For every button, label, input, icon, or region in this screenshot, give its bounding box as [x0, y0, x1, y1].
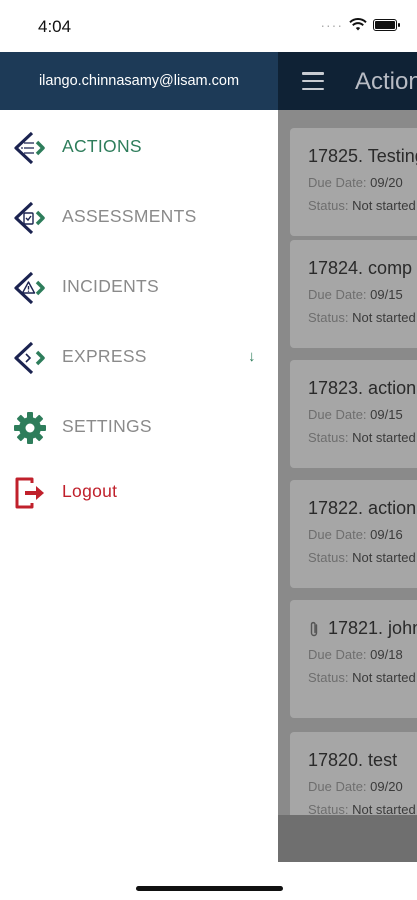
- cellular-dots-icon: ····: [320, 16, 343, 33]
- assessments-diamond-icon: [14, 201, 45, 235]
- action-card[interactable]: 17822. action Due Date: 09/16 Status: No…: [290, 480, 417, 588]
- logout-button[interactable]: Logout: [0, 463, 278, 519]
- home-indicator[interactable]: [136, 886, 283, 891]
- action-card[interactable]: 17825. Testing Due Date: 09/20 Status: N…: [290, 128, 417, 236]
- menu-label-assessments: ASSESSMENTS: [62, 205, 197, 226]
- menu-label-settings: SETTINGS: [62, 415, 152, 436]
- menu-label-express: EXPRESS: [62, 345, 147, 366]
- status-icons: ····: [320, 16, 400, 33]
- bottom-safe-area: [0, 862, 417, 900]
- action-card[interactable]: 17821. john Due Date: 09/18 Status: Not …: [290, 600, 417, 718]
- card-title: 17822. action: [308, 498, 417, 518]
- status-bar: 4:04 ····: [0, 0, 417, 52]
- arrow-down-icon[interactable]: ↓: [248, 348, 256, 365]
- express-diamond-icon: [14, 341, 45, 375]
- menu-item-incidents[interactable]: INCIDENTS: [0, 258, 278, 314]
- gear-icon: [14, 412, 46, 444]
- user-email: ilango.chinnasamy@lisam.com: [38, 73, 240, 89]
- drawer-header: ilango.chinnasamy@lisam.com: [0, 52, 278, 110]
- logout-icon: [15, 477, 44, 509]
- page-title: Actions: [355, 68, 417, 95]
- menu-item-express[interactable]: EXPRESS ↓: [0, 328, 278, 384]
- status-time: 4:04: [38, 17, 72, 36]
- menu-label-logout: Logout: [62, 480, 118, 501]
- incidents-diamond-icon: [14, 271, 45, 305]
- hamburger-menu-icon[interactable]: [302, 72, 324, 90]
- battery-icon: [373, 18, 400, 31]
- card-title: 17825. Testing: [308, 146, 417, 166]
- card-title: 17823. action: [308, 378, 417, 398]
- app-bottom-bar: [278, 815, 417, 862]
- card-title: 17820. test: [308, 750, 398, 770]
- menu-label-incidents: INCIDENTS: [62, 275, 160, 296]
- actions-diamond-icon: [14, 131, 45, 165]
- menu-item-assessments[interactable]: ASSESSMENTS: [0, 188, 278, 244]
- action-card[interactable]: 17824. comp Due Date: 09/15 Status: Not …: [290, 240, 417, 348]
- card-title: 17821. john: [328, 618, 417, 638]
- wifi-icon: [349, 18, 367, 31]
- card-title: 17824. comp: [308, 258, 413, 278]
- menu-item-actions[interactable]: ACTIONS: [0, 118, 278, 174]
- paperclip-icon: [310, 621, 318, 636]
- action-card[interactable]: 17823. action Due Date: 09/15 Status: No…: [290, 360, 417, 468]
- actions-list: 17825. Testing Due Date: 09/20 Status: N…: [278, 110, 417, 862]
- menu-item-settings[interactable]: SETTINGS: [0, 398, 278, 454]
- app-header: Actions: [278, 52, 417, 110]
- menu-label-actions: ACTIONS: [62, 135, 142, 156]
- navigation-drawer: ilango.chinnasamy@lisam.com ACTIONS ASSE…: [0, 52, 278, 862]
